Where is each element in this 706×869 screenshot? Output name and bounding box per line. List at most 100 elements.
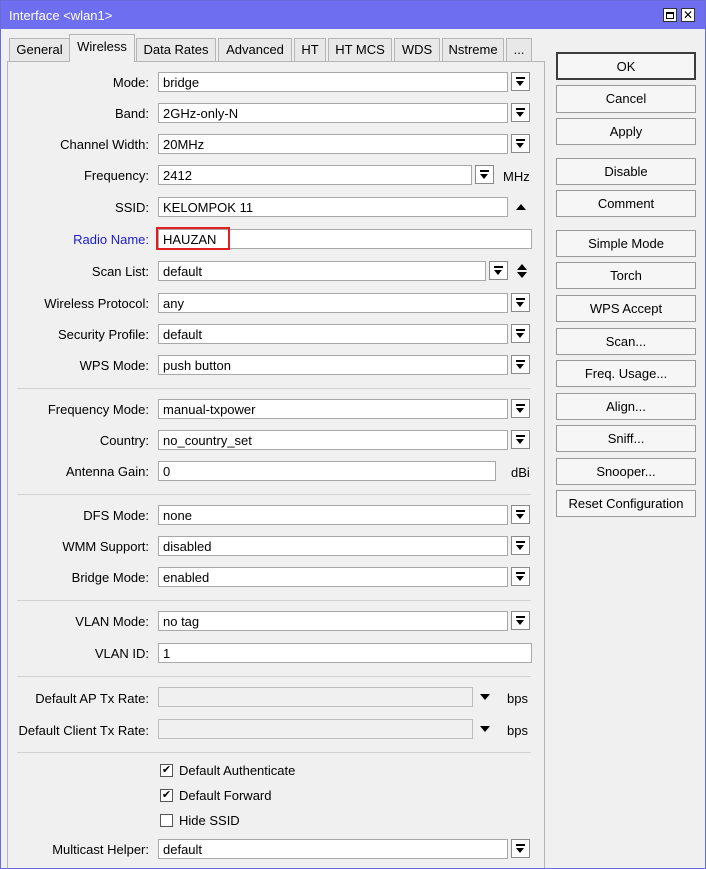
mode-dropdown-icon[interactable]	[511, 72, 530, 91]
frequency-select[interactable]: 2412	[158, 165, 472, 185]
simple-mode-button[interactable]: Simple Mode	[556, 230, 696, 257]
maximize-button[interactable]	[663, 8, 677, 22]
section-divider	[17, 600, 531, 601]
vlan-id-input[interactable]: 1	[158, 643, 532, 663]
wps-mode-select[interactable]: push button	[158, 355, 508, 375]
channel-width-select[interactable]: 20MHz	[158, 134, 508, 154]
snooper-button[interactable]: Snooper...	[556, 458, 696, 485]
default-ap-tx-rate-label: Default AP Tx Rate:	[35, 691, 149, 706]
scan-list-add-icon[interactable]	[517, 264, 527, 270]
mode-select[interactable]: bridge	[158, 72, 508, 92]
wps-accept-button[interactable]: WPS Accept	[556, 295, 696, 322]
section-divider	[17, 676, 531, 677]
tab-ht[interactable]: HT	[294, 38, 326, 61]
band-select[interactable]: 2GHz-only-N	[158, 103, 508, 123]
tab-wireless[interactable]: Wireless	[69, 34, 135, 62]
default-forward-checkbox[interactable]: ✔	[160, 789, 173, 802]
wmm-support-dropdown-icon[interactable]	[511, 536, 530, 555]
collapse-up-icon[interactable]	[516, 204, 526, 210]
default-client-tx-rate-label: Default Client Tx Rate:	[18, 723, 149, 738]
dfs-mode-select[interactable]: none	[158, 505, 508, 525]
bridge-mode-label: Bridge Mode:	[71, 570, 149, 585]
section-divider	[17, 494, 531, 495]
apply-button[interactable]: Apply	[556, 118, 696, 145]
hide-ssid-checkbox[interactable]	[160, 814, 173, 827]
default-ap-tx-rate-input[interactable]	[158, 687, 473, 707]
scan-list-input[interactable]: default	[158, 261, 486, 281]
comment-button[interactable]: Comment	[556, 190, 696, 217]
tab-more[interactable]: ...	[506, 38, 532, 61]
frequency-mode-dropdown-icon[interactable]	[511, 399, 530, 418]
radio-name-label: Radio Name:	[73, 232, 149, 247]
country-select[interactable]: no_country_set	[158, 430, 508, 450]
wps-mode-dropdown-icon[interactable]	[511, 355, 530, 374]
scan-list-dropdown-icon[interactable]	[489, 261, 508, 280]
default-ap-tx-rate-unit: bps	[507, 691, 528, 706]
dfs-mode-dropdown-icon[interactable]	[511, 505, 530, 524]
wireless-protocol-label: Wireless Protocol:	[44, 296, 149, 311]
country-label: Country:	[99, 433, 149, 448]
scan-list-remove-icon[interactable]	[517, 272, 527, 278]
multicast-helper-label: Multicast Helper:	[52, 842, 149, 857]
wmm-support-label: WMM Support:	[62, 539, 149, 554]
ok-button[interactable]: OK	[556, 52, 696, 80]
channel-width-label: Channel Width:	[60, 137, 149, 152]
wmm-support-select[interactable]: disabled	[158, 536, 508, 556]
default-client-tx-rate-input[interactable]	[158, 719, 473, 739]
section-divider	[17, 752, 531, 753]
window-title: Interface <wlan1>	[9, 8, 113, 23]
frequency-mode-label: Frequency Mode:	[47, 402, 149, 417]
align-button[interactable]: Align...	[556, 393, 696, 420]
security-profile-dropdown-icon[interactable]	[511, 324, 530, 343]
scan-list-label: Scan List:	[91, 264, 149, 279]
title-bar[interactable]: Interface <wlan1> ✕	[1, 1, 705, 29]
disable-button[interactable]: Disable	[556, 158, 696, 185]
frequency-label: Frequency:	[83, 168, 149, 183]
bridge-mode-dropdown-icon[interactable]	[511, 567, 530, 586]
tab-ht-mcs[interactable]: HT MCS	[328, 38, 392, 61]
close-icon: ✕	[682, 8, 694, 22]
frequency-unit: MHz	[503, 169, 530, 184]
vlan-mode-dropdown-icon[interactable]	[511, 611, 530, 630]
multicast-helper-select[interactable]: default	[158, 839, 508, 859]
reset-configuration-button[interactable]: Reset Configuration	[556, 490, 696, 517]
country-dropdown-icon[interactable]	[511, 430, 530, 449]
security-profile-select[interactable]: default	[158, 324, 508, 344]
tab-general[interactable]: General	[9, 38, 70, 61]
frequency-dropdown-icon[interactable]	[475, 165, 494, 184]
tab-wds[interactable]: WDS	[394, 38, 440, 61]
cancel-button[interactable]: Cancel	[556, 85, 696, 113]
default-authenticate-checkbox[interactable]: ✔	[160, 764, 173, 777]
dfs-mode-label: DFS Mode:	[83, 508, 149, 523]
wireless-protocol-select[interactable]: any	[158, 293, 508, 313]
default-ap-tx-rate-dropdown-icon[interactable]	[480, 694, 490, 700]
tab-advanced[interactable]: Advanced	[218, 38, 292, 61]
ssid-label: SSID:	[115, 200, 149, 215]
tab-data-rates[interactable]: Data Rates	[136, 38, 216, 61]
vlan-id-label: VLAN ID:	[94, 646, 149, 661]
scan-button[interactable]: Scan...	[556, 328, 696, 355]
torch-button[interactable]: Torch	[556, 262, 696, 289]
section-divider	[17, 388, 531, 389]
freq-usage-button[interactable]: Freq. Usage...	[556, 360, 696, 387]
antenna-gain-unit: dBi	[511, 465, 530, 480]
channel-width-dropdown-icon[interactable]	[511, 134, 530, 153]
antenna-gain-label: Antenna Gain:	[65, 464, 149, 479]
wireless-protocol-dropdown-icon[interactable]	[511, 293, 530, 312]
vlan-mode-select[interactable]: no tag	[158, 611, 508, 631]
band-dropdown-icon[interactable]	[511, 103, 530, 122]
close-button[interactable]: ✕	[681, 8, 695, 22]
bridge-mode-select[interactable]: enabled	[158, 567, 508, 587]
frequency-mode-select[interactable]: manual-txpower	[158, 399, 508, 419]
vlan-mode-label: VLAN Mode:	[75, 614, 149, 629]
mode-label: Mode:	[112, 75, 149, 90]
ssid-input[interactable]: KELOMPOK 11	[158, 197, 508, 217]
security-profile-label: Security Profile:	[57, 327, 149, 342]
band-label: Band:	[115, 106, 149, 121]
default-client-tx-rate-dropdown-icon[interactable]	[480, 726, 490, 732]
sniff-button[interactable]: Sniff...	[556, 425, 696, 452]
wps-mode-label: WPS Mode:	[79, 358, 149, 373]
multicast-helper-dropdown-icon[interactable]	[511, 839, 530, 858]
tab-nstreme[interactable]: Nstreme	[442, 38, 504, 61]
antenna-gain-input[interactable]: 0	[158, 461, 496, 481]
